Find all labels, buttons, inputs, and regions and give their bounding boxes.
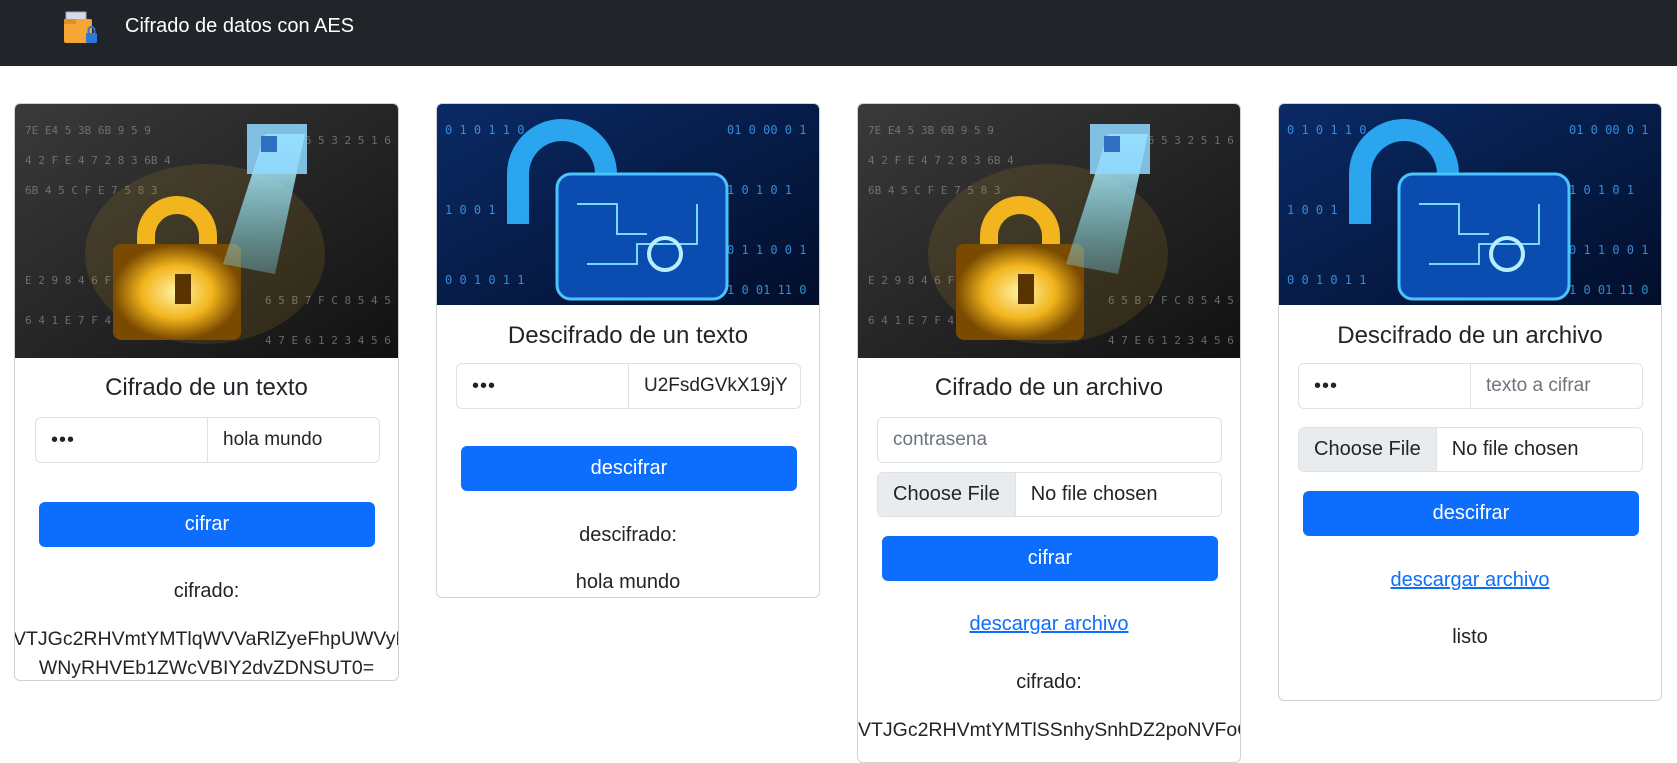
- svg-text:7E E4 5 3B 6B 9 5 9: 7E E4 5 3B 6B 9 5 9: [25, 124, 151, 137]
- app-title: Cifrado de datos con AES: [125, 15, 355, 37]
- svg-text:4 7 E 6 1 2 3 4 5 6: 4 7 E 6 1 2 3 4 5 6: [1108, 334, 1234, 347]
- file-status: No file chosen: [1451, 438, 1579, 460]
- ciphertext-line-2: WNyRHVEb1ZWcVBIY2dvZDNSUT0=: [38, 657, 375, 679]
- svg-text:0 1 1 0 0 1: 0 1 1 0 0 1: [727, 243, 806, 257]
- decrypt-button[interactable]: descifrar: [461, 446, 797, 491]
- circuit-lock-image: 0 1 0 1 1 0 1 0 0 1 0 0 1 0 1 1 01 0 00 …: [437, 104, 819, 305]
- svg-text:0 0 1 0 1 1: 0 0 1 0 1 1: [445, 273, 524, 287]
- card-title: Cifrado de un texto: [105, 374, 308, 401]
- svg-text:4 2 F E 4 7 2 8 3 6B 4: 4 2 F E 4 7 2 8 3 6B 4: [868, 154, 1014, 167]
- encrypt-file-button[interactable]: cifrar: [882, 536, 1218, 581]
- result-label: descifrado:: [579, 524, 677, 546]
- svg-text:01 0 00 0 1: 01 0 00 0 1: [1569, 123, 1648, 137]
- status-text: listo: [1452, 626, 1488, 648]
- encrypt-file-card: 7E E4 5 3B 6B 9 5 9 4 2 F E 4 7 2 8 3 6B…: [857, 103, 1241, 763]
- card-title: Descifrado de un archivo: [1337, 322, 1603, 349]
- decrypt-file-button[interactable]: descifrar: [1303, 491, 1639, 536]
- decrypt-file-input-group: ••• texto a cifrar: [1298, 363, 1643, 409]
- choose-file-button[interactable]: Choose File: [878, 473, 1016, 516]
- card-title: Cifrado de un archivo: [934, 374, 1164, 401]
- card-title: Descifrado de un texto: [507, 322, 749, 349]
- file-input[interactable]: Choose File No file chosen: [877, 472, 1222, 517]
- ciphertext-field[interactable]: U2FsdGVkX19jY: [628, 363, 801, 409]
- decrypt-file-card: 0 1 0 1 1 0 1 0 0 1 0 0 1 0 1 1 01 0 00 …: [1278, 103, 1662, 701]
- ciphertext-line-1: VTJGc2RHVmtYMTlqWVVaRlZyeFhpUWVyN: [14, 628, 399, 650]
- download-link[interactable]: descargar archivo: [858, 613, 1240, 636]
- encrypt-text-card: 7E E4 5 3B 6B 9 5 9 4 2 F E 4 7 2 8 3 6B…: [14, 103, 399, 681]
- decrypted-text: hola mundo: [575, 571, 681, 593]
- file-input[interactable]: Choose File No file chosen: [1298, 427, 1643, 472]
- password-field[interactable]: •••: [456, 363, 629, 409]
- file-status: No file chosen: [1030, 483, 1158, 505]
- plaintext-field[interactable]: hola mundo: [207, 417, 380, 463]
- decrypt-text-input-group: ••• U2FsdGVkX19jY: [456, 363, 801, 409]
- svg-text:01 0 00 0 1: 01 0 00 0 1: [727, 123, 806, 137]
- svg-text:1 0 01 11 0: 1 0 01 11 0: [727, 283, 806, 297]
- svg-text:1 0 0 1: 1 0 0 1: [445, 203, 496, 217]
- svg-text:0 0 1 0 1 1: 0 0 1 0 1 1: [1287, 273, 1366, 287]
- result-label: cifrado:: [1016, 671, 1082, 693]
- encrypt-text-input-group: ••• hola mundo: [35, 417, 380, 463]
- text-field[interactable]: texto a cifrar: [1470, 363, 1643, 409]
- ciphertext-line-1: VTJGc2RHVmtYMTlSSnhySnhDZ2poNVFoQ: [858, 719, 1241, 741]
- svg-text:4 7 E 6 1 2 3 4 5 6: 4 7 E 6 1 2 3 4 5 6: [265, 334, 391, 347]
- download-link[interactable]: descargar archivo: [1279, 569, 1661, 592]
- svg-text:1 0 01 11 0: 1 0 01 11 0: [1569, 283, 1648, 297]
- password-field[interactable]: contrasena: [877, 417, 1222, 463]
- svg-text:0 1 0 1 1 0: 0 1 0 1 1 0: [1287, 123, 1366, 137]
- result-label: cifrado:: [173, 580, 240, 602]
- encrypt-button[interactable]: cifrar: [39, 502, 375, 547]
- svg-text:7E E4 5 3B 6B 9 5 9: 7E E4 5 3B 6B 9 5 9: [868, 124, 994, 137]
- lock-key-image: 7E E4 5 3B 6B 9 5 9 4 2 F E 4 7 2 8 3 6B…: [858, 104, 1240, 358]
- decrypt-text-card: 0 1 0 1 1 0 1 0 0 1 0 0 1 0 1 1 01 0 00 …: [436, 103, 820, 598]
- circuit-lock-image: 0 1 0 1 1 0 1 0 0 1 0 0 1 0 1 1 01 0 00 …: [1279, 104, 1661, 305]
- svg-text:1 0 0 1: 1 0 0 1: [1287, 203, 1338, 217]
- lock-key-image: 7E E4 5 3B 6B 9 5 9 4 2 F E 4 7 2 8 3 6B…: [15, 104, 398, 358]
- svg-text:1 0 1 0 1: 1 0 1 0 1: [727, 183, 792, 197]
- svg-text:0 1 1 0 0 1: 0 1 1 0 0 1: [1569, 243, 1648, 257]
- password-field[interactable]: •••: [1298, 363, 1471, 409]
- navbar: Cifrado de datos con AES: [0, 0, 1677, 66]
- folder-lock-icon[interactable]: [62, 9, 100, 47]
- svg-text:0 1 0 1 1 0: 0 1 0 1 1 0: [445, 123, 524, 137]
- svg-text:4 2 F E 4 7 2 8 3 6B 4: 4 2 F E 4 7 2 8 3 6B 4: [25, 154, 171, 167]
- svg-text:1 0 1 0 1: 1 0 1 0 1: [1569, 183, 1634, 197]
- choose-file-button[interactable]: Choose File: [1299, 428, 1437, 471]
- password-field[interactable]: •••: [35, 417, 208, 463]
